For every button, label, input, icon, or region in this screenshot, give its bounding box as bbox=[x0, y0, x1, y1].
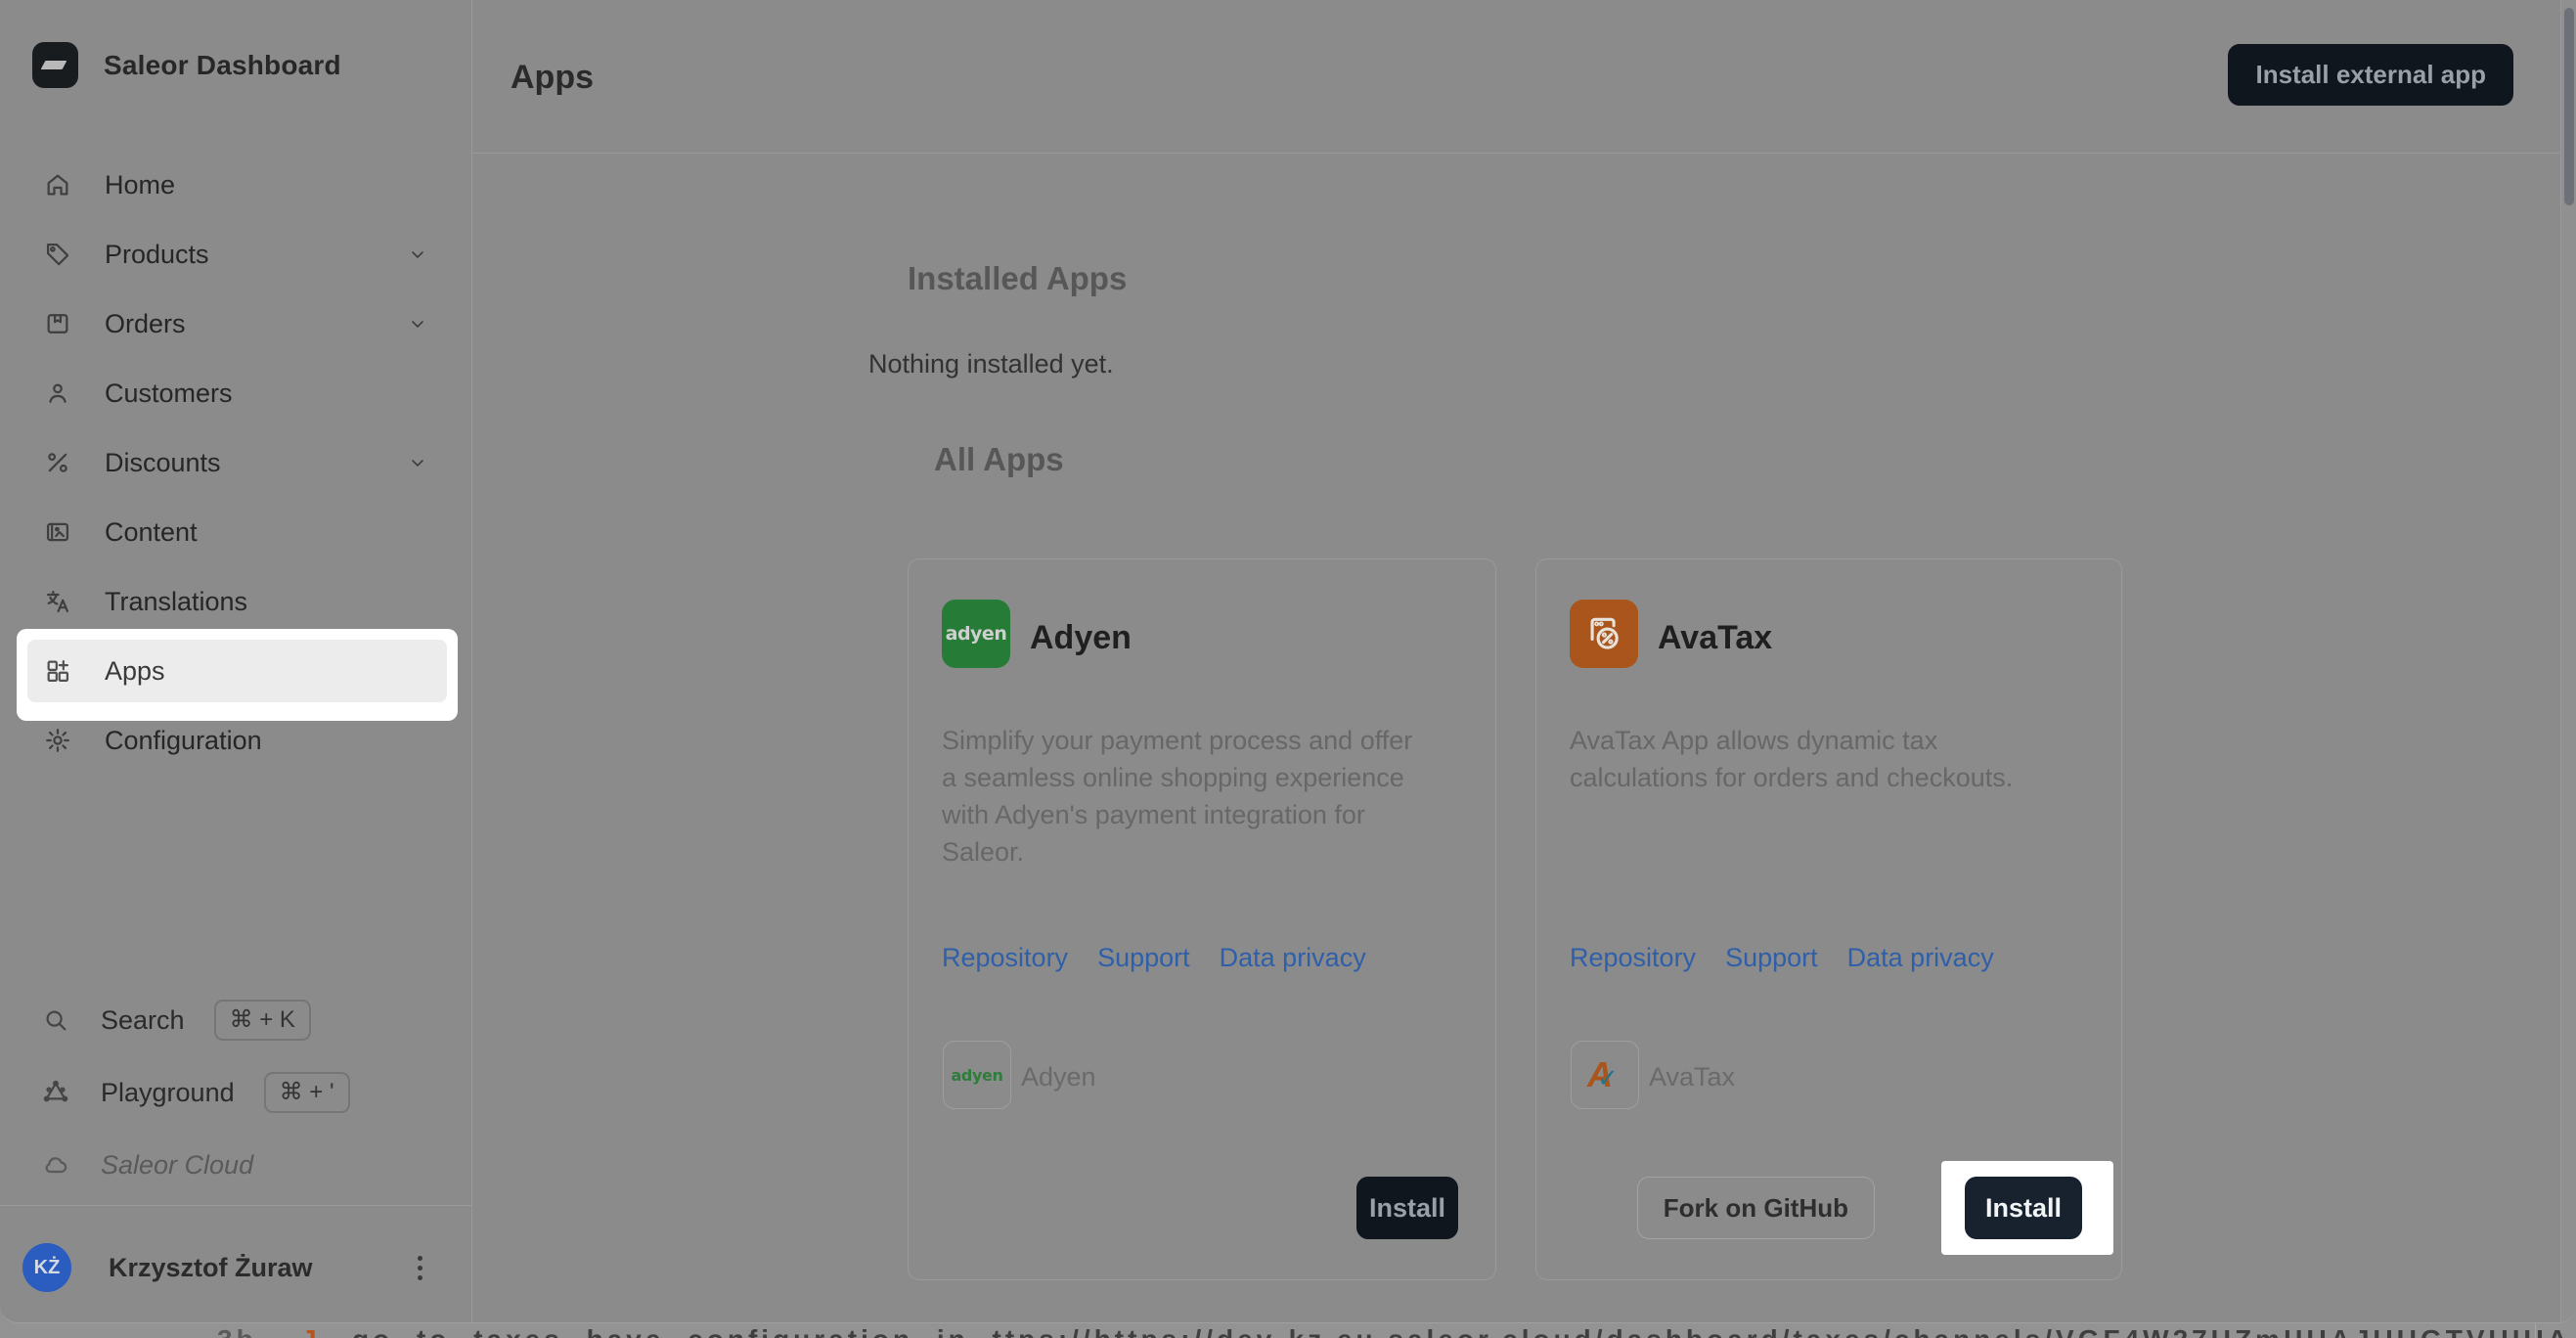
sidebar-item-orders[interactable]: Orders bbox=[27, 292, 447, 355]
search-shortcut-badge: ⌘ + K bbox=[213, 1000, 311, 1041]
adyen-small-logo-icon: adyen bbox=[943, 1041, 1011, 1109]
search-button[interactable]: Search ⌘ + K bbox=[27, 989, 447, 1051]
sidebar-item-apps[interactable]: Apps bbox=[27, 640, 447, 702]
data-privacy-link[interactable]: Data privacy bbox=[1220, 943, 1366, 973]
sidebar-item-home[interactable]: Home bbox=[27, 154, 447, 216]
home-icon bbox=[44, 171, 71, 199]
percent-icon bbox=[44, 449, 71, 476]
install-button-avatax[interactable]: Install bbox=[1965, 1177, 2082, 1239]
installed-apps-heading: Installed Apps bbox=[908, 260, 1128, 296]
app-card-avatax: AvaTax AvaTax App allows dynamic tax cal… bbox=[1535, 558, 2122, 1280]
sidebar-item-customers[interactable]: Customers bbox=[27, 362, 447, 424]
sidebar-item-label: Customers bbox=[105, 378, 233, 408]
sidebar-item-discounts[interactable]: Discounts bbox=[27, 431, 447, 494]
package-icon bbox=[44, 310, 71, 337]
app-card-links: Repository Support Data privacy bbox=[942, 943, 1366, 973]
playground-button[interactable]: Playground ⌘ + ' bbox=[27, 1061, 447, 1124]
app-card-title: Adyen bbox=[1030, 619, 1132, 656]
all-apps-heading: All Apps bbox=[934, 441, 1064, 477]
media-icon bbox=[44, 518, 71, 546]
app-card-description: Simplify your payment process and offer … bbox=[942, 726, 1413, 867]
install-button-adyen[interactable]: Install bbox=[1356, 1177, 1458, 1239]
docs-divider-line bbox=[2535, 1322, 2536, 1338]
page-title: Apps bbox=[511, 59, 594, 96]
sidebar-item-label: Content bbox=[105, 516, 198, 547]
user-menu[interactable]: KŻ Krzysztof Żuraw bbox=[0, 1221, 471, 1315]
support-link[interactable]: Support bbox=[1097, 943, 1190, 973]
sidebar-item-label: Translations bbox=[105, 586, 248, 616]
docs-line-fragment: go to taxes have configuration in ttps:/… bbox=[352, 1324, 2571, 1338]
avatax-logo-icon bbox=[1570, 600, 1638, 668]
app-title: Saleor Dashboard bbox=[104, 49, 341, 80]
avatax-small-logo-icon: A ✓ bbox=[1571, 1041, 1639, 1109]
scrollbar-track[interactable] bbox=[2560, 0, 2576, 1322]
sidebar-item-products[interactable]: Products bbox=[27, 223, 447, 286]
gear-icon bbox=[44, 727, 71, 754]
avatar: KŻ bbox=[22, 1243, 71, 1292]
app-card-adyen: adyen Adyen Simplify your payment proces… bbox=[908, 558, 1496, 1280]
app-tile-label: AvaTax bbox=[1649, 1062, 1736, 1092]
docs-step-number: J. bbox=[301, 1324, 332, 1338]
sidebar-item-label: Orders bbox=[105, 308, 186, 338]
sidebar-item-label: Products bbox=[105, 239, 209, 269]
clipped-docs-line: 3b J. go to taxes have configuration in … bbox=[0, 1322, 2576, 1338]
screenshot-canvas: 3b J. go to taxes have configuration in … bbox=[0, 0, 2576, 1338]
sidebar-item-translations[interactable]: Translations bbox=[27, 570, 447, 633]
saleor-cloud-link[interactable]: Saleor Cloud bbox=[27, 1134, 447, 1196]
sidebar-item-content[interactable]: Content bbox=[27, 501, 447, 563]
saleor-dashboard-window: Saleor Dashboard Home Products Orders Cu… bbox=[0, 0, 2576, 1323]
app-card-description: AvaTax App allows dynamic tax calculatio… bbox=[1570, 726, 2014, 792]
app-card-links: Repository Support Data privacy bbox=[1570, 943, 1994, 973]
person-icon bbox=[44, 379, 71, 407]
translate-icon bbox=[44, 588, 71, 615]
scrollbar-thumb[interactable] bbox=[2564, 8, 2574, 205]
chevron-down-icon bbox=[404, 449, 431, 476]
playground-label: Playground bbox=[101, 1077, 235, 1107]
adyen-logo-icon: adyen bbox=[942, 600, 1010, 668]
apps-grid-icon bbox=[44, 657, 71, 685]
sidebar-item-configuration[interactable]: Configuration bbox=[27, 709, 447, 772]
chevron-down-icon bbox=[404, 241, 431, 268]
sidebar-divider bbox=[0, 1205, 471, 1206]
data-privacy-link[interactable]: Data privacy bbox=[1847, 943, 1994, 973]
sidebar-item-label: Apps bbox=[105, 655, 165, 686]
user-name: Krzysztof Żuraw bbox=[109, 1252, 313, 1282]
empty-state-message: Nothing installed yet. bbox=[868, 349, 1114, 379]
repository-link[interactable]: Repository bbox=[942, 943, 1068, 973]
fork-on-github-button[interactable]: Fork on GitHub bbox=[1636, 1177, 1875, 1239]
tag-icon bbox=[44, 241, 71, 268]
chevron-down-icon bbox=[404, 310, 431, 337]
sidebar-item-label: Configuration bbox=[105, 725, 262, 755]
page-header: Apps Install external app bbox=[471, 0, 2560, 154]
sidebar-item-label: Home bbox=[105, 169, 176, 200]
cloud-icon bbox=[42, 1151, 69, 1179]
app-logo-row[interactable]: Saleor Dashboard bbox=[32, 42, 341, 88]
search-icon bbox=[42, 1006, 69, 1034]
app-card-title: AvaTax bbox=[1658, 619, 1773, 656]
sidebar-utilities: Search ⌘ + K Playground ⌘ + ' Saleor Clo… bbox=[0, 989, 471, 1206]
sidebar-item-label: Discounts bbox=[105, 447, 221, 477]
sidebar-nav: Home Products Orders Customers Discounts… bbox=[0, 154, 471, 779]
graphql-icon bbox=[42, 1079, 69, 1106]
search-label: Search bbox=[101, 1004, 185, 1035]
saleor-cloud-label: Saleor Cloud bbox=[101, 1149, 254, 1180]
saleor-logo-icon bbox=[32, 42, 78, 88]
repository-link[interactable]: Repository bbox=[1570, 943, 1696, 973]
app-tile-label: Adyen bbox=[1021, 1062, 1096, 1092]
user-menu-kebab-icon[interactable] bbox=[412, 1250, 428, 1286]
install-external-app-button[interactable]: Install external app bbox=[2228, 44, 2513, 106]
main-area: Apps Install external app Installed Apps… bbox=[471, 0, 2560, 1322]
support-link[interactable]: Support bbox=[1725, 943, 1818, 973]
playground-shortcut-badge: ⌘ + ' bbox=[263, 1072, 350, 1113]
sidebar: Saleor Dashboard Home Products Orders Cu… bbox=[0, 0, 472, 1322]
docs-line-fragment: 3b bbox=[217, 1324, 257, 1338]
